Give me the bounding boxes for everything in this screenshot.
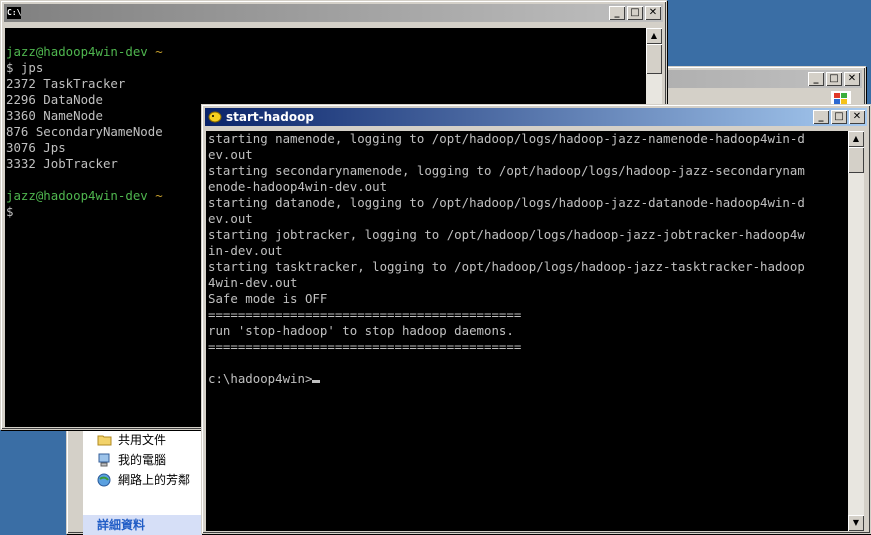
- scroll-down-button[interactable]: ▼: [848, 515, 864, 531]
- close-button[interactable]: ✕: [844, 72, 860, 86]
- maximize-button[interactable]: □: [831, 110, 847, 124]
- console-line: ========================================…: [208, 339, 522, 354]
- computer-icon: [97, 453, 112, 467]
- console-line: starting namenode, logging to /opt/hadoo…: [208, 131, 805, 146]
- explorer-item-label: 網路上的芳鄰: [118, 473, 191, 487]
- details-header[interactable]: 詳細資料: [83, 515, 205, 535]
- console-line: ev.out: [208, 147, 253, 162]
- console-line: jazz@hadoop4win-dev ~: [6, 44, 163, 59]
- explorer-item-label: 我的電腦: [118, 453, 167, 467]
- scroll-up-button[interactable]: ▲: [848, 131, 864, 147]
- start-hadoop-scrollbar[interactable]: ▲ ▼: [848, 131, 864, 531]
- explorer-item-label: 共用文件: [118, 433, 167, 447]
- console-line: $ jps: [6, 60, 44, 75]
- explorer-item-shared-docs[interactable]: 共用文件: [97, 431, 166, 448]
- text-cursor: [312, 380, 321, 383]
- start-hadoop-terminal-output[interactable]: starting namenode, logging to /opt/hadoo…: [206, 131, 850, 531]
- explorer-item-my-computer[interactable]: 我的電腦: [97, 451, 166, 468]
- explorer-item-network[interactable]: 網路上的芳鄰: [97, 471, 190, 488]
- console-icon: C:\: [7, 7, 22, 19]
- console-line: enode-hadoop4win-dev.out: [208, 179, 388, 194]
- hadoop-elephant-icon: [208, 111, 222, 123]
- start-hadoop-window: start-hadoop _ □ ✕ starting namenode, lo…: [201, 104, 871, 534]
- minimize-button[interactable]: _: [813, 110, 829, 124]
- console-line: starting tasktracker, logging to /opt/ha…: [208, 259, 805, 274]
- scroll-thumb[interactable]: [646, 44, 662, 74]
- console-line: starting datanode, logging to /opt/hadoo…: [208, 195, 805, 210]
- console-line: ========================================…: [208, 307, 522, 322]
- console-line: 2372 TaskTracker: [6, 76, 126, 91]
- start-hadoop-title: start-hadoop: [226, 110, 314, 124]
- folder-icon: [97, 433, 112, 447]
- console-line: Safe mode is OFF: [208, 291, 328, 306]
- maximize-button[interactable]: □: [627, 6, 643, 20]
- console-line: ev.out: [208, 211, 253, 226]
- console-line: 4win-dev.out: [208, 275, 298, 290]
- console-line: c:\hadoop4win>: [208, 371, 850, 387]
- maximize-button[interactable]: □: [826, 72, 842, 86]
- console-line: starting jobtracker, logging to /opt/had…: [208, 227, 805, 242]
- close-button[interactable]: ✕: [849, 110, 865, 124]
- minimize-button[interactable]: _: [609, 6, 625, 20]
- scroll-up-button[interactable]: ▲: [646, 28, 662, 44]
- scroll-thumb[interactable]: [848, 147, 864, 173]
- close-button[interactable]: ✕: [645, 6, 661, 20]
- console-line: starting secondarynamenode, logging to /…: [208, 163, 805, 178]
- console-line: in-dev.out: [208, 243, 283, 258]
- details-label: 詳細資料: [97, 518, 146, 532]
- cygwin-titlebar[interactable]: C:\ _ □ ✕: [4, 4, 663, 22]
- start-hadoop-titlebar[interactable]: start-hadoop _ □ ✕: [205, 108, 867, 126]
- minimize-button[interactable]: _: [808, 72, 824, 86]
- network-icon: [97, 473, 112, 487]
- console-line: run 'stop-hadoop' to stop hadoop daemons…: [208, 323, 514, 338]
